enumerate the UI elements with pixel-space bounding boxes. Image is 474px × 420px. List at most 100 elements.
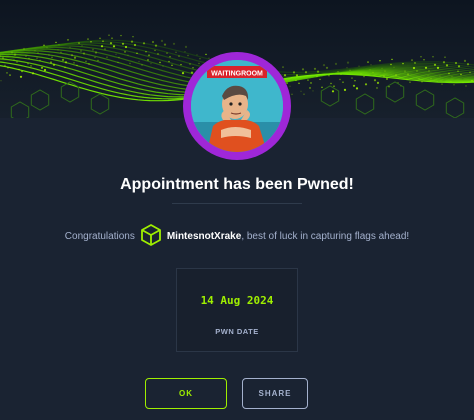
wave-dot — [7, 67, 9, 69]
pwn-date-card: 14 Aug 2024 PWN DATE — [176, 268, 298, 352]
wave-dot — [384, 70, 386, 72]
wave-dot — [430, 78, 432, 80]
cube-icon — [140, 224, 161, 249]
wave-dot — [328, 75, 330, 77]
wave-dot — [379, 60, 381, 62]
ok-button[interactable]: OK — [145, 378, 227, 409]
wave-dot — [309, 87, 311, 89]
wave-dot — [295, 79, 297, 82]
wave-dot — [330, 82, 332, 85]
wave-dot — [25, 55, 27, 57]
wave-dot — [462, 82, 464, 84]
wave-dot — [394, 74, 398, 77]
wave-dot — [181, 72, 185, 75]
wave-dot — [322, 64, 326, 67]
wave-dot — [432, 56, 434, 58]
wave-dot — [6, 72, 8, 74]
wave-dot — [40, 66, 44, 69]
wave-dot — [310, 82, 312, 84]
wave-dot — [343, 88, 347, 91]
wave-dot — [376, 87, 378, 89]
wave-dot — [184, 45, 188, 49]
wave-dot — [411, 59, 413, 61]
wave-dot — [292, 71, 296, 74]
wave-dot — [307, 79, 309, 81]
wave-dot — [118, 56, 120, 59]
wave-dot — [160, 39, 164, 43]
wave-dot — [451, 76, 453, 78]
wave-dot — [133, 43, 137, 47]
wave-dot — [415, 69, 419, 72]
wave-dot — [64, 66, 66, 69]
wave-dot — [342, 81, 344, 83]
wave-dot — [424, 66, 428, 69]
wave-dot — [303, 93, 305, 95]
wave-dot — [178, 55, 180, 57]
pwn-date-value: 14 Aug 2024 — [200, 294, 274, 307]
wave-dot — [364, 83, 368, 86]
wave-dot — [37, 52, 39, 54]
avatar-image: WAITINGROOM — [191, 60, 283, 152]
wave-dot — [60, 51, 62, 53]
wave-dot — [136, 52, 138, 54]
wave-dot — [154, 44, 158, 47]
wave-dot — [127, 54, 129, 56]
wave-dot — [163, 43, 167, 46]
wave-dot — [466, 63, 470, 66]
wave-dot — [166, 52, 168, 54]
wave-dot — [130, 40, 134, 43]
wave-dot — [78, 42, 80, 44]
wave-dot — [337, 71, 339, 73]
wave-dot — [151, 40, 155, 44]
wave-dot — [198, 62, 200, 65]
wave-dot — [385, 77, 389, 80]
wave-dot — [283, 74, 287, 77]
wave-dot — [58, 44, 60, 46]
wave-dot — [184, 51, 186, 53]
wave-dot — [168, 60, 170, 63]
wave-dot — [346, 67, 348, 69]
wave-dot — [448, 72, 450, 75]
wave-dot — [439, 75, 441, 77]
wave-dot — [159, 61, 161, 64]
wave-dot — [147, 59, 149, 61]
wave-dot — [192, 67, 194, 69]
wave-dot — [457, 65, 461, 68]
wave-dot — [97, 59, 99, 62]
wave-dot — [46, 46, 48, 49]
wave-dot — [76, 64, 78, 67]
wave-dot — [87, 38, 89, 40]
wave-dot — [352, 84, 356, 87]
wave-dot — [9, 74, 11, 76]
wave-dot — [450, 80, 452, 83]
wave-dot — [187, 54, 189, 57]
wave-dot — [49, 61, 53, 64]
wave-dot — [282, 66, 284, 68]
wave-dot — [69, 46, 71, 49]
title-divider — [172, 203, 302, 204]
wave-dot — [180, 63, 182, 66]
wave-dot — [117, 61, 119, 64]
wave-dot — [103, 48, 107, 51]
wave-dot — [162, 65, 164, 67]
wave-dot — [0, 80, 2, 82]
wave-dot — [445, 64, 449, 67]
wave-dot — [94, 56, 96, 59]
wave-dot — [291, 93, 293, 96]
wave-dot — [43, 44, 45, 46]
wave-dot — [427, 69, 431, 72]
wave-dot — [369, 69, 371, 71]
wave-dot — [51, 56, 53, 58]
pwn-date-label: PWN DATE — [215, 327, 259, 336]
share-button[interactable]: SHARE — [242, 378, 308, 409]
wave-dot — [157, 53, 159, 55]
wave-dot — [393, 66, 395, 69]
wave-dot — [90, 41, 92, 43]
wave-dot — [295, 74, 299, 77]
wave-dot — [121, 42, 125, 45]
wave-dot — [433, 63, 437, 66]
wave-dot — [334, 62, 338, 65]
wave-dot — [421, 81, 423, 83]
wave-dot — [391, 58, 393, 61]
wave-dot — [349, 69, 351, 72]
